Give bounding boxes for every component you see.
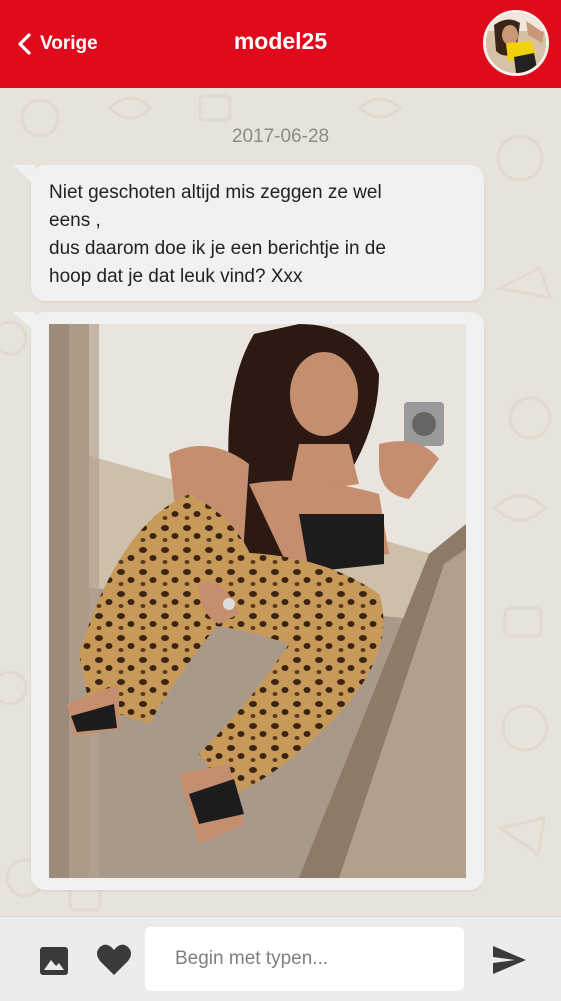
selfie-photo — [49, 324, 466, 878]
send-button[interactable] — [490, 943, 528, 977]
message-text: Niet geschoten altijd mis zeggen ze wel … — [49, 179, 469, 291]
message-line: hoop dat je dat leuk vind? Xxx — [49, 266, 303, 287]
message-input[interactable] — [145, 927, 464, 991]
send-icon — [493, 946, 526, 974]
app-header: Vorige model25 — [0, 0, 561, 88]
avatar-photo — [486, 13, 546, 73]
message-line: dus daarom doe ik je een berichtje in de — [49, 238, 386, 259]
message-line: eens , — [49, 210, 101, 231]
contact-avatar[interactable] — [483, 10, 549, 76]
date-separator: 2017-06-28 — [231, 126, 330, 147]
heart-icon — [97, 944, 131, 975]
message-line: Niet geschoten altijd mis zeggen ze wel — [49, 182, 382, 203]
like-button[interactable] — [96, 943, 132, 977]
composer-bar — [0, 916, 561, 1001]
message-photo[interactable] — [49, 324, 466, 878]
message-bubble-image — [13, 312, 484, 890]
chat-area: 2017-06-28 Niet geschoten altijd mis zeg… — [0, 88, 561, 916]
image-icon — [40, 947, 68, 975]
contact-name: model25 — [233, 28, 328, 54]
message-bubble-text: Niet geschoten altijd mis zeggen ze wel … — [13, 165, 484, 301]
attach-image-button[interactable] — [38, 945, 70, 977]
